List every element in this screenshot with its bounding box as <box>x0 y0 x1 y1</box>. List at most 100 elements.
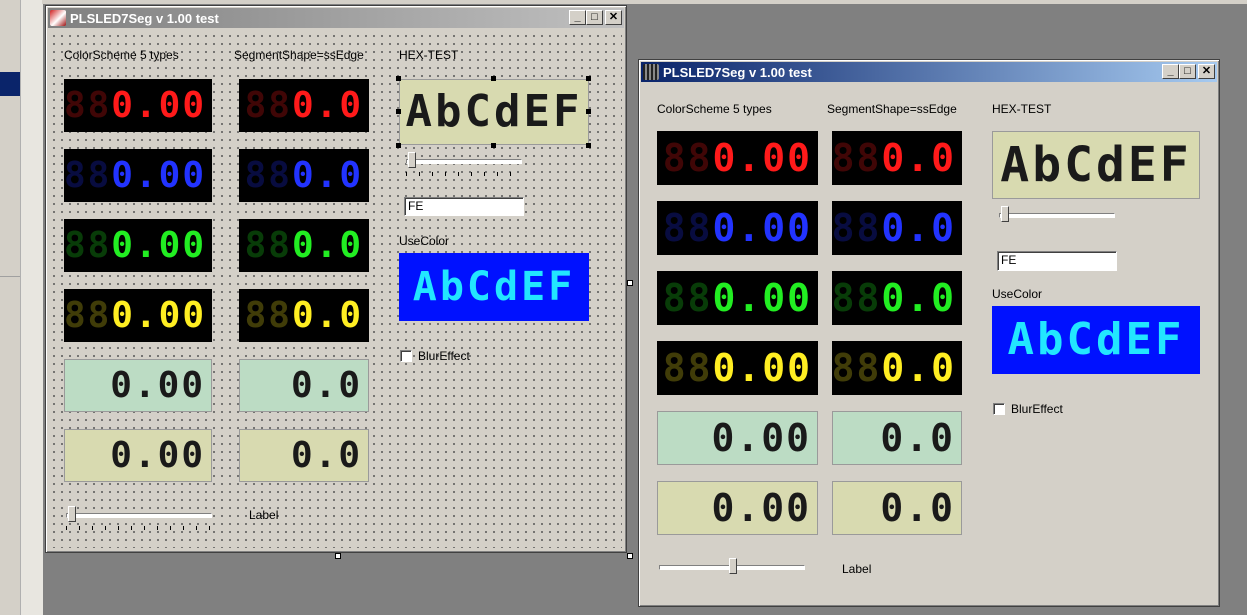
lcd-beige-colorscheme: 0.00 <box>64 429 212 482</box>
form-resize-handle[interactable] <box>627 280 633 286</box>
led-ghost: 88 <box>244 224 292 266</box>
led-value: 0.0 <box>881 206 956 250</box>
runtime-client-area: ColorScheme 5 types SegmentShape=ssEdge … <box>643 86 1215 602</box>
lcd-value: 0.00 <box>110 434 205 476</box>
led-ghost: 88 <box>244 154 292 196</box>
bottom-label: Label <box>249 508 279 522</box>
selection-handle[interactable] <box>586 109 591 114</box>
lcd-green-segshape: 0.0 <box>239 359 369 412</box>
hex-trackbar-thumb[interactable] <box>1001 206 1009 222</box>
value-trackbar-thumb[interactable] <box>68 506 76 522</box>
lcd-beige-colorscheme: 0.00 <box>657 481 818 535</box>
led-ghost: 88 <box>64 224 112 266</box>
hex-trackbar[interactable] <box>999 206 1115 226</box>
led-value: 0.00 <box>111 294 206 336</box>
hex-edit-field[interactable]: FE <box>404 197 524 216</box>
delphi-app-icon <box>50 10 66 26</box>
led-ghost: 88 <box>662 276 713 320</box>
hex-value: AbCdEF <box>1000 137 1192 193</box>
lcd-beige-segshape: 0.0 <box>832 481 962 535</box>
led-value: 0.0 <box>291 294 363 336</box>
ide-scrollbar[interactable] <box>20 0 43 615</box>
led-ghost: 88 <box>662 206 713 250</box>
blur-label: BlurEffect <box>1011 402 1063 416</box>
form-resize-handle[interactable] <box>627 553 633 559</box>
value-trackbar-thumb[interactable] <box>729 558 737 574</box>
colorscheme-label: ColorScheme 5 types <box>657 102 772 116</box>
hex-display[interactable]: AbCdEF <box>399 79 589 145</box>
lcd-value: 0.00 <box>110 364 205 406</box>
led-ghost: 88 <box>832 346 882 390</box>
lcd-value: 0.0 <box>290 434 362 476</box>
blur-checkbox-box[interactable] <box>993 403 1005 415</box>
hex-trackbar[interactable] <box>406 152 522 178</box>
led-value: 0.00 <box>111 224 206 266</box>
usecolor-display: AbCdEF <box>992 306 1200 374</box>
led-yellow-colorscheme: 880.00 <box>64 289 212 342</box>
bottom-label: Label <box>842 562 872 576</box>
value-trackbar[interactable] <box>659 558 805 578</box>
led-yellow-segshape: 880.0 <box>832 341 962 395</box>
selection-handle[interactable] <box>396 143 401 148</box>
led-red-segshape: 880.0 <box>832 131 962 185</box>
led-red-colorscheme: 880.00 <box>64 79 212 132</box>
led-value: 0.0 <box>881 136 956 180</box>
runtime-titlebar[interactable]: PLSLED7Seg v 1.00 test _ □ ✕ <box>641 62 1217 82</box>
runtime-window: PLSLED7Seg v 1.00 test _ □ ✕ ColorScheme… <box>638 59 1220 607</box>
value-trackbar[interactable] <box>66 506 212 532</box>
blur-label: BlurEffect <box>418 349 470 363</box>
led-ghost: 88 <box>662 136 713 180</box>
ide-top-strip <box>42 0 1247 4</box>
led-value: 0.00 <box>712 276 812 320</box>
led-green-colorscheme: 880.00 <box>64 219 212 272</box>
led-value: 0.00 <box>111 84 206 126</box>
ide-selected-item[interactable] <box>0 72 20 96</box>
blur-checkbox[interactable]: BlurEffect <box>400 349 470 363</box>
selection-handle[interactable] <box>396 109 401 114</box>
colorscheme-label: ColorScheme 5 types <box>64 48 179 62</box>
hex-display: AbCdEF <box>992 131 1200 199</box>
led-yellow-colorscheme: 880.00 <box>657 341 818 395</box>
designer-title: PLSLED7Seg v 1.00 test <box>70 10 219 26</box>
form-resize-handle[interactable] <box>335 553 341 559</box>
led-ghost: 88 <box>832 206 882 250</box>
lcd-value: 0.00 <box>711 486 811 530</box>
lcd-green-colorscheme: 0.00 <box>64 359 212 412</box>
hextest-label: HEX-TEST <box>399 48 459 62</box>
led-red-segshape: 880.0 <box>239 79 369 132</box>
selection-handle[interactable] <box>396 76 401 81</box>
selection-handle[interactable] <box>586 76 591 81</box>
led-value: 0.0 <box>291 84 363 126</box>
design-grid: ColorScheme 5 types SegmentShape=ssEdge … <box>50 32 622 548</box>
led-ghost: 88 <box>64 294 112 336</box>
led-green-colorscheme: 880.00 <box>657 271 818 325</box>
led-value: 0.0 <box>881 276 956 320</box>
runtime-title: PLSLED7Seg v 1.00 test <box>663 64 812 80</box>
selection-handle[interactable] <box>491 143 496 148</box>
usecolor-value: AbCdEF <box>412 264 576 310</box>
usecolor-label: UseColor <box>992 287 1043 301</box>
blur-checkbox[interactable]: BlurEffect <box>993 402 1063 416</box>
close-button[interactable]: ✕ <box>1198 64 1215 79</box>
hex-trackbar-thumb[interactable] <box>408 152 416 168</box>
led-value: 0.00 <box>712 136 812 180</box>
maximize-button[interactable]: □ <box>586 10 603 25</box>
hex-value: AbCdEF <box>405 86 583 137</box>
selection-handle[interactable] <box>491 76 496 81</box>
led-ghost: 88 <box>832 136 882 180</box>
led-ghost: 88 <box>244 84 292 126</box>
minimize-button[interactable]: _ <box>1162 64 1179 79</box>
lcd-value: 0.0 <box>290 364 362 406</box>
selection-handle[interactable] <box>586 143 591 148</box>
close-button[interactable]: ✕ <box>605 10 622 25</box>
blur-checkbox-box[interactable] <box>400 350 412 362</box>
designer-titlebar[interactable]: PLSLED7Seg v 1.00 test _ □ ✕ <box>48 8 624 28</box>
minimize-button[interactable]: _ <box>569 10 586 25</box>
led-value: 0.00 <box>712 206 812 250</box>
hex-edit-field[interactable]: FE <box>997 251 1117 271</box>
segshape-label: SegmentShape=ssEdge <box>234 48 364 62</box>
maximize-button[interactable]: □ <box>1179 64 1196 79</box>
led-value: 0.0 <box>291 154 363 196</box>
lcd-green-segshape: 0.0 <box>832 411 962 465</box>
led-yellow-segshape: 880.0 <box>239 289 369 342</box>
